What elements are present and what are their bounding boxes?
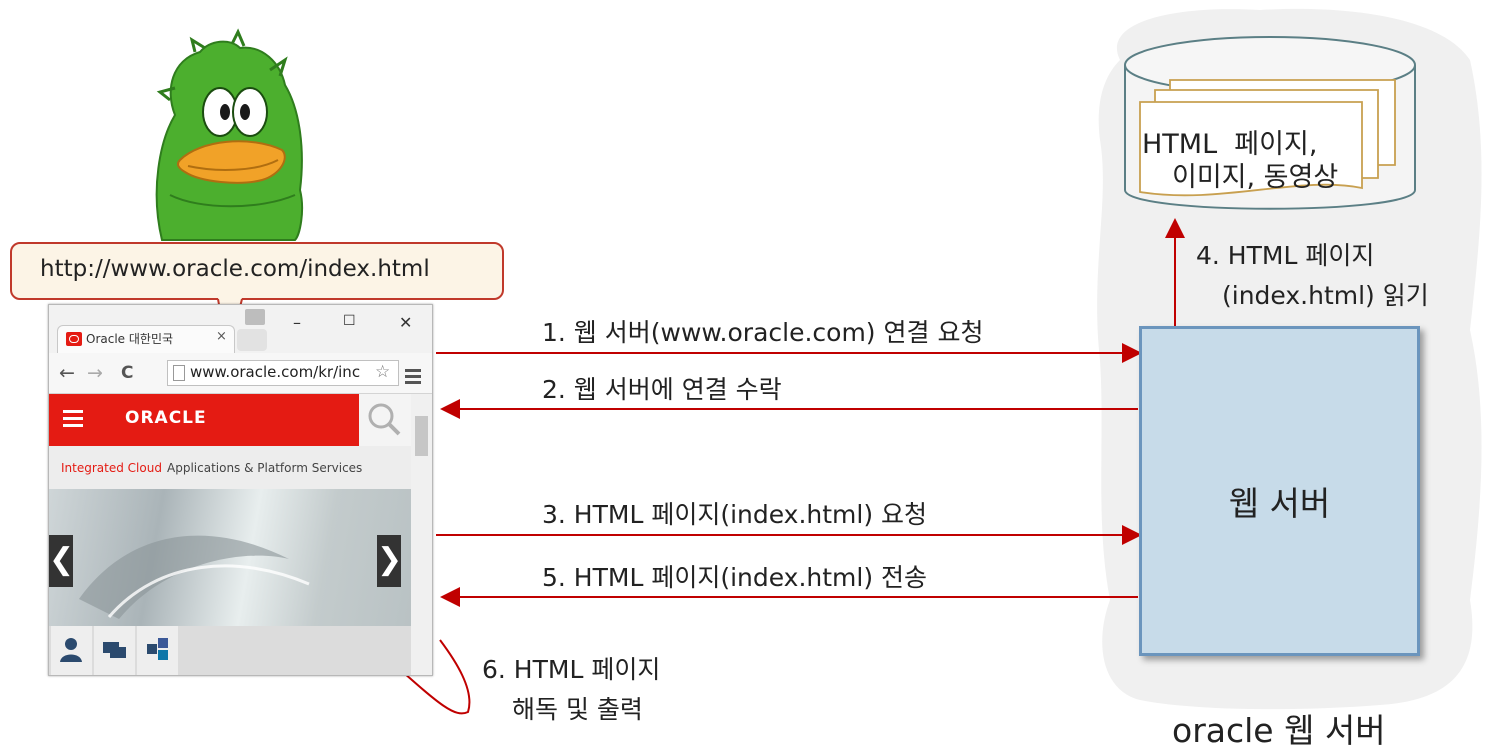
step1-label: 1. 웹 서버(www.oracle.com) 연결 요청 — [542, 318, 984, 347]
reload-icon[interactable]: C — [121, 363, 133, 383]
magnifier-icon — [368, 403, 401, 436]
browser-toolbar: ← → C www.oracle.com/kr/inc ☆ — [49, 353, 432, 394]
bookmark-star-icon[interactable]: ☆ — [375, 362, 390, 382]
site-menu-icon[interactable] — [63, 410, 83, 431]
callout-url-text: http://www.oracle.com/index.html — [40, 256, 430, 282]
carousel-next-button[interactable]: ❯ — [377, 535, 402, 587]
chat-bubble-icon[interactable] — [94, 626, 135, 675]
social-media-icon[interactable] — [137, 626, 178, 675]
step2-label: 2. 웹 서버에 연결 수락 — [542, 375, 782, 404]
tagline-bar: Integrated Cloud Applications & Platform… — [49, 446, 411, 489]
url-callout: http://www.oracle.com/index.html — [10, 242, 504, 300]
tagline-red-text: Integrated Cloud — [61, 461, 162, 475]
web-page-content: ORACLE Integrated Cloud Applications & P… — [49, 394, 411, 675]
hero-image: ❮ ❯ — [49, 489, 411, 626]
address-bar[interactable]: www.oracle.com/kr/inc — [167, 360, 399, 386]
person-icon[interactable] — [51, 626, 92, 675]
step4-label-line1: 4. HTML 페이지 — [1196, 241, 1375, 270]
browser-tab[interactable]: Oracle 대한민국 × — [57, 325, 235, 354]
address-bar-text: www.oracle.com/kr/inc — [190, 363, 361, 381]
oracle-logo: ORACLE — [125, 408, 207, 428]
site-search-icon[interactable] — [359, 394, 411, 446]
tab-title: Oracle 대한민국 — [86, 332, 174, 346]
back-arrow-icon[interactable]: ← — [59, 362, 75, 384]
web-server-box: 웹 서버 — [1139, 326, 1420, 656]
web-server-label: 웹 서버 — [1228, 484, 1331, 523]
step6-label-line2: 해독 및 출력 — [512, 695, 643, 724]
close-window-button[interactable]: ✕ — [399, 313, 412, 332]
tagline-grey-text: Applications & Platform Services — [167, 461, 363, 475]
step5-label: 5. HTML 페이지(index.html) 전송 — [542, 563, 928, 592]
page-scrollbar[interactable] — [411, 394, 432, 675]
server-caption: oracle 웹 서버 — [1172, 711, 1386, 750]
social-icon-row — [49, 626, 411, 675]
maximize-button[interactable]: ☐ — [343, 313, 356, 329]
oracle-favicon-icon — [66, 332, 82, 346]
oracle-header-bar: ORACLE — [49, 394, 359, 446]
storage-label-line2: 이미지, 동영상 — [1172, 162, 1339, 193]
new-tab-button[interactable] — [237, 329, 267, 351]
scrollbar-thumb[interactable] — [415, 416, 428, 456]
browser-titlebar: Oracle 대한민국 × – ☐ ✕ — [49, 305, 432, 354]
page-document-icon — [173, 365, 185, 381]
minimize-button[interactable]: – — [293, 313, 301, 332]
forward-arrow-icon[interactable]: → — [87, 362, 103, 384]
profile-icon[interactable] — [245, 309, 265, 325]
step3-label: 3. HTML 페이지(index.html) 요청 — [542, 500, 928, 529]
browser-menu-icon[interactable] — [405, 369, 421, 387]
mascot-duck-icon — [155, 28, 304, 241]
browser-window: Oracle 대한민국 × – ☐ ✕ ← → C www.oracle.com… — [48, 304, 433, 676]
tab-close-icon[interactable]: × — [216, 329, 227, 344]
step6-label-line1: 6. HTML 페이지 — [482, 655, 661, 684]
step4-label-line2: (index.html) 읽기 — [1222, 281, 1429, 310]
carousel-prev-button[interactable]: ❮ — [49, 535, 74, 587]
hero-graphic — [79, 535, 310, 619]
